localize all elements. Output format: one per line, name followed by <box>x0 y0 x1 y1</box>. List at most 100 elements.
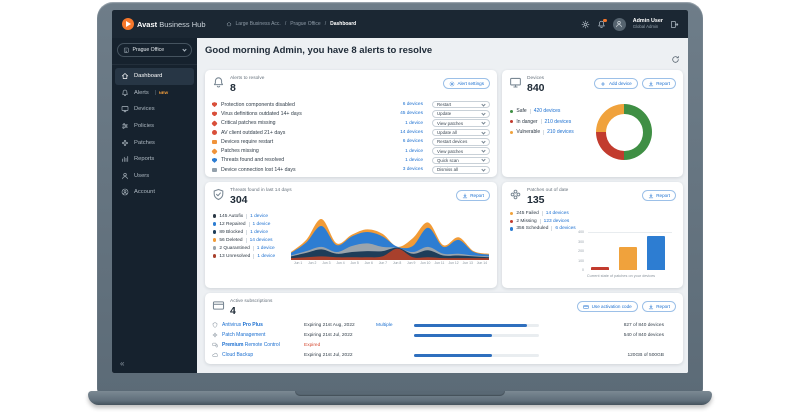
alert-list: Protection components disabled 6 devices… <box>211 100 490 174</box>
alert-devices-link[interactable]: 6 devices <box>403 102 423 107</box>
legend-dot <box>213 230 217 234</box>
alert-action-select[interactable]: Restart <box>432 100 490 109</box>
subscription-expiry: Expired <box>304 342 321 348</box>
legend-devices-link[interactable]: 14 devices <box>546 211 569 216</box>
sidebar-item-dashboard[interactable]: Dashboard <box>115 68 194 85</box>
legend-devices-link[interactable]: 14 devices <box>250 238 273 243</box>
alert-settings-button[interactable]: Alert settings <box>442 78 490 89</box>
alert-action-select[interactable]: Restart devices <box>432 138 490 146</box>
area-x-axis-labels: Jun 1 Jun 2 Jun 3 Jun 4 Jun 5 Jun 6 Jun 7 Jun 8… <box>293 261 487 265</box>
chevron-down-icon <box>481 148 486 153</box>
breadcrumb-separator: / <box>324 21 327 27</box>
alert-action-select[interactable]: Update <box>432 110 490 118</box>
legend-item: 13 Unresolved 1 device <box>213 252 275 260</box>
subscriptions-card: Active subscriptions 4 Use activation co… <box>205 293 683 364</box>
alert-row: Patches missing 1 device View patches <box>211 146 490 155</box>
dashboard-screen: Avast Business Hub Large Business Acc. /… <box>112 10 688 373</box>
devices-legend: Safe 420 devices In danger 210 devices V… <box>510 106 574 138</box>
legend-dot <box>510 212 514 216</box>
alert-devices-link[interactable]: 6 devices <box>403 139 423 144</box>
legend-devices-link[interactable]: 210 devices <box>545 119 572 125</box>
alert-action-select[interactable]: View patches <box>432 147 490 155</box>
subscription-multiple-link[interactable]: Multiple <box>376 323 404 328</box>
alert-action-select[interactable]: View patches <box>432 119 490 128</box>
alert-row: Virus definitions outdated 14+ days 45 d… <box>212 109 490 118</box>
legend-dot <box>510 219 514 224</box>
usage-progress-bar <box>414 353 539 357</box>
divider <box>246 213 248 219</box>
sidebar-item-reports[interactable]: Reports <box>115 151 194 168</box>
alert-devices-link[interactable]: 1 device <box>405 121 423 126</box>
user-info[interactable]: Admin User Global Admin <box>633 18 663 29</box>
monitor-alert-icon <box>212 167 217 172</box>
shield-check-icon <box>212 188 225 201</box>
subscription-name-link[interactable]: Patch Management <box>222 332 304 338</box>
home-icon <box>226 21 232 27</box>
notifications-bell-icon[interactable] <box>597 18 607 29</box>
alert-action-select[interactable]: Dismiss all <box>432 165 490 174</box>
gear-icon <box>449 81 455 87</box>
legend-dot <box>510 130 514 134</box>
report-icon <box>121 155 129 163</box>
alert-row: AV client outdated 21+ days 14 devices U… <box>212 128 490 137</box>
subscription-name-link[interactable]: Premium Remote Control <box>222 342 304 348</box>
subscriptions-report-button[interactable]: Report <box>641 301 676 312</box>
credit-card-icon <box>212 299 225 312</box>
avatar[interactable] <box>612 17 626 31</box>
subscription-expiry: Expiring 21st Jul, 2022 <box>304 352 353 358</box>
legend-devices-link[interactable]: 1 device <box>253 222 271 227</box>
legend-devices-link[interactable]: 420 devices <box>534 108 561 114</box>
subscriptions-count: 4 <box>230 305 236 317</box>
subscription-name-link[interactable]: Cloud Backup <box>222 352 304 358</box>
shield-alert-icon <box>212 111 217 117</box>
divider <box>543 129 545 135</box>
legend-dot <box>213 246 217 250</box>
devices-report-button[interactable]: Report <box>641 78 676 89</box>
org-selector[interactable]: Prague Office <box>117 43 192 57</box>
use-activation-code-button[interactable]: Use activation code <box>577 301 638 312</box>
refresh-icon[interactable] <box>671 55 680 64</box>
bell-icon <box>121 89 129 97</box>
credit-card-icon <box>583 304 589 310</box>
sidebar-item-users[interactable]: Users <box>115 168 194 185</box>
logout-icon[interactable] <box>670 20 679 29</box>
patches-report-button[interactable]: Report <box>641 190 676 201</box>
chevron-down-icon <box>481 102 486 107</box>
legend-dot <box>213 238 217 242</box>
add-device-button[interactable]: Add device <box>594 78 638 89</box>
legend-devices-link[interactable]: 1 device <box>257 254 275 259</box>
bar-y-axis: 0 100 200 300 400 <box>578 230 584 272</box>
breadcrumb-middle[interactable]: Prague Office <box>290 21 320 27</box>
card-title: Alerts to resolve <box>230 76 265 81</box>
legend-devices-link[interactable]: 210 devices <box>547 129 574 135</box>
subscription-usage: 827 of 840 devices <box>623 322 664 328</box>
shield-alert-icon <box>212 102 217 108</box>
settings-gear-icon[interactable] <box>581 20 590 29</box>
sidebar-item-patches[interactable]: Patches <box>115 134 194 151</box>
threats-report-button[interactable]: Report <box>455 190 490 201</box>
sidebar-item-devices[interactable]: Devices <box>115 101 194 118</box>
legend-devices-link[interactable]: 1 device <box>257 246 275 251</box>
sidebar-collapse-button[interactable]: « <box>120 359 124 368</box>
alert-action-select[interactable]: Quick scan <box>432 156 490 165</box>
sidebar-item-account[interactable]: Account <box>115 184 194 201</box>
breadcrumb-root[interactable]: Large Business Acc. <box>236 21 281 27</box>
alert-devices-link[interactable]: 1 device <box>405 158 423 163</box>
alert-devices-link[interactable]: 14 devices <box>400 130 423 135</box>
alert-devices-link[interactable]: 1 device <box>405 149 423 154</box>
legend-dot <box>510 227 514 231</box>
sidebar-item-alerts[interactable]: Alerts NEW <box>115 85 194 102</box>
alert-action-select[interactable]: Update all <box>432 128 490 137</box>
subscription-row: Patch Management Expiring 21st Jul, 2022… <box>212 330 676 340</box>
legend-dot <box>213 214 217 218</box>
legend-devices-link[interactable]: 1 device <box>250 230 268 235</box>
sidebar-item-policies[interactable]: Policies <box>115 118 194 135</box>
building-icon <box>123 47 130 54</box>
alert-row: Threats found and resolved 1 device Quic… <box>212 156 490 165</box>
shield-alert-icon <box>212 157 217 163</box>
legend-devices-link[interactable]: 1 device <box>250 214 268 219</box>
legend-devices-link[interactable]: 123 devices <box>544 219 570 224</box>
subscription-name-link[interactable]: Antivirus Pro Plus <box>222 322 304 328</box>
alert-devices-link[interactable]: 45 devices <box>400 111 423 116</box>
alert-devices-link[interactable]: 3 devices <box>403 167 423 172</box>
